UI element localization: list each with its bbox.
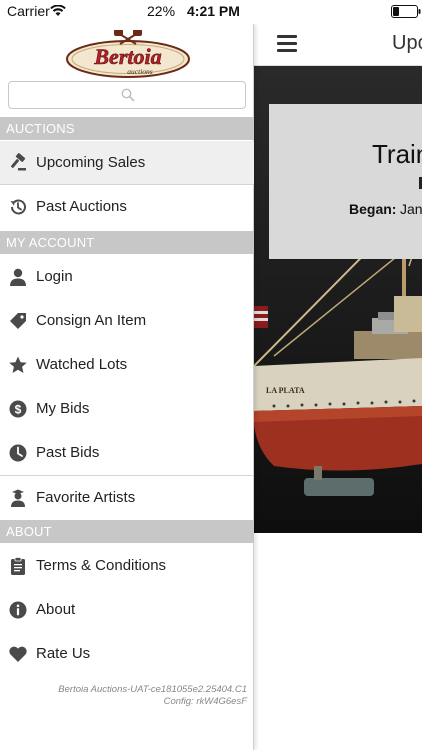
svg-text:Bertoia: Bertoia — [93, 44, 161, 69]
menu-label: Consign An Item — [36, 312, 147, 329]
menu-item-watched-lots[interactable]: Watched Lots — [0, 343, 254, 386]
svg-text:LA PLATA: LA PLATA — [266, 386, 305, 395]
main-content-blank — [254, 533, 422, 750]
menu-label: Watched Lots — [36, 356, 128, 373]
menu-label: Past Auctions — [36, 198, 127, 215]
menu-label: Rate Us — [36, 645, 91, 662]
menu-item-about[interactable]: About — [0, 588, 254, 631]
menu-item-login[interactable]: Login — [0, 255, 254, 298]
main-navbar: Upco — [254, 24, 422, 66]
config-line: Config: rkW4G6esF — [163, 696, 247, 707]
info-icon — [9, 601, 27, 618]
menu-item-terms-conditions[interactable]: Terms & Conditions — [0, 544, 254, 587]
menu-item-my-bids[interactable]: $ My Bids — [0, 387, 254, 430]
logo-graphic: Bertoia auctions — [66, 29, 190, 78]
began-value: Jan — [400, 201, 422, 217]
gavel-icon — [11, 152, 26, 170]
menu-item-upcoming-sales[interactable]: Upcoming Sales — [0, 141, 254, 184]
search-field[interactable] — [8, 81, 246, 109]
page-title: Upco — [392, 32, 422, 54]
main-panel: Upco — [254, 24, 422, 750]
star-icon — [9, 356, 27, 373]
hamburger-menu-icon[interactable] — [277, 35, 297, 52]
clipboard-icon — [11, 556, 25, 575]
menu-item-past-auctions[interactable]: Past Auctions — [0, 185, 254, 228]
section-header-auctions: AUCTIONS — [0, 117, 254, 140]
clock-time: 4:21 PM — [187, 3, 240, 19]
user-icon — [10, 268, 26, 286]
clock-icon — [9, 444, 27, 461]
heart-icon — [9, 646, 27, 662]
dollar-icon: $ — [9, 400, 27, 417]
carrier-label: Carrier — [7, 3, 50, 19]
menu-label: About — [36, 601, 76, 618]
wifi-icon — [50, 5, 66, 16]
battery-percent: 22% — [147, 3, 176, 19]
side-drawer: Bertoia auctions AUCTIONS Upcoming Sales — [0, 24, 254, 750]
battery-icon — [391, 5, 421, 18]
status-bar: Carrier 22% 4:21 PM — [0, 0, 422, 24]
menu-label: Terms & Conditions — [36, 557, 167, 574]
artist-icon — [11, 489, 25, 507]
search-icon — [121, 88, 135, 102]
menu-item-consign-an-item[interactable]: Consign An Item — [0, 299, 254, 342]
section-header-my-account: MY ACCOUNT — [0, 231, 254, 254]
history-icon — [10, 199, 26, 214]
section-header-about: ABOUT — [0, 520, 254, 543]
svg-text:$: $ — [15, 402, 22, 416]
menu-item-rate-us[interactable]: Rate Us — [0, 632, 254, 675]
menu-label: Past Bids — [36, 444, 100, 461]
menu-label: Favorite Artists — [36, 489, 136, 506]
menu-label: My Bids — [36, 400, 90, 417]
auction-info-card[interactable]: Train Began: Jan — [269, 104, 422, 259]
menu-label: Login — [36, 268, 73, 285]
began-label: Began: — [349, 201, 397, 217]
version-line: Bertoia Auctions-UAT-ce181055e2.25404.C1 — [58, 684, 247, 695]
auction-title: Train — [372, 139, 422, 169]
menu-item-favorite-artists[interactable]: Favorite Artists — [0, 476, 254, 519]
bertoia-logo: Bertoia auctions — [66, 29, 190, 80]
svg-text:auctions: auctions — [127, 67, 152, 76]
tag-icon — [10, 312, 26, 329]
menu-item-past-bids[interactable]: Past Bids — [0, 431, 254, 474]
version-info: Bertoia Auctions-UAT-ce181055e2.25404.C1… — [58, 684, 247, 708]
menu-label: Upcoming Sales — [36, 154, 146, 171]
auction-hero-image[interactable]: LA PLATA Train Began: Jan — [254, 66, 422, 533]
